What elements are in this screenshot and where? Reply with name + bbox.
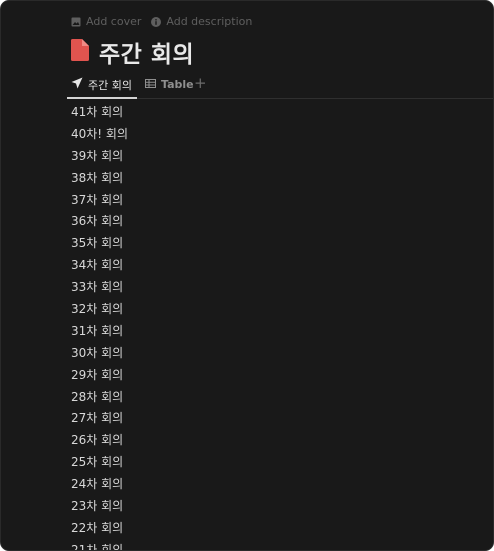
list-item[interactable]: 22차 회의 bbox=[71, 518, 128, 540]
info-icon bbox=[151, 16, 162, 27]
list-item[interactable]: 39차 회의 bbox=[71, 146, 128, 168]
add-description-button[interactable]: Add description bbox=[151, 15, 252, 28]
add-description-label: Add description bbox=[166, 15, 253, 28]
list-item[interactable]: 24차 회의 bbox=[71, 474, 128, 496]
add-cover-button[interactable]: Add cover bbox=[71, 15, 141, 28]
image-icon bbox=[71, 17, 81, 27]
table-icon bbox=[145, 78, 156, 91]
tab-weekly-meetings-label: 주간 회의 bbox=[88, 78, 132, 92]
view-tabs: 주간 회의 Table + bbox=[67, 72, 493, 99]
add-cover-label: Add cover bbox=[86, 15, 142, 28]
list-item[interactable]: 26차 회의 bbox=[71, 430, 128, 452]
list-item[interactable]: 32차 회의 bbox=[71, 299, 128, 321]
list-item[interactable]: 41차 회의 bbox=[71, 102, 128, 124]
meeting-list: 41차 회의 40차! 회의 39차 회의 38차 회의 37차 회의 36차 회의 35차… bbox=[71, 102, 128, 550]
list-item[interactable]: 38차 회의 bbox=[71, 168, 128, 190]
tab-table-label: Table bbox=[161, 78, 194, 91]
title-row: 주간 회의 bbox=[71, 35, 194, 69]
list-item[interactable]: 29차 회의 bbox=[71, 365, 128, 387]
list-item[interactable]: 36차 회의 bbox=[71, 211, 128, 233]
list-item[interactable]: 28차 회의 bbox=[71, 387, 128, 409]
tab-weekly-meetings[interactable]: 주간 회의 bbox=[67, 72, 137, 99]
list-item[interactable]: 21차 회의 bbox=[71, 540, 128, 550]
add-view-button[interactable]: + bbox=[194, 74, 207, 92]
list-item[interactable]: 40차! 회의 bbox=[71, 124, 128, 146]
page-window: Add cover Add description 주간 회의 주간 회의 Ta… bbox=[0, 0, 494, 551]
list-item[interactable]: 27차 회의 bbox=[71, 408, 128, 430]
list-item[interactable]: 33차 회의 bbox=[71, 277, 128, 299]
tab-table[interactable]: Table bbox=[145, 72, 194, 97]
list-item[interactable]: 31차 회의 bbox=[71, 321, 128, 343]
list-item[interactable]: 37차 회의 bbox=[71, 190, 128, 212]
list-item[interactable]: 34차 회의 bbox=[71, 255, 128, 277]
document-icon[interactable] bbox=[71, 39, 89, 65]
send-icon bbox=[71, 77, 83, 92]
list-item[interactable]: 30차 회의 bbox=[71, 343, 128, 365]
list-item[interactable]: 23차 회의 bbox=[71, 496, 128, 518]
page-title[interactable]: 주간 회의 bbox=[99, 35, 194, 69]
list-item[interactable]: 25차 회의 bbox=[71, 452, 128, 474]
page-controls: Add cover Add description bbox=[71, 15, 252, 28]
list-item[interactable]: 35차 회의 bbox=[71, 233, 128, 255]
